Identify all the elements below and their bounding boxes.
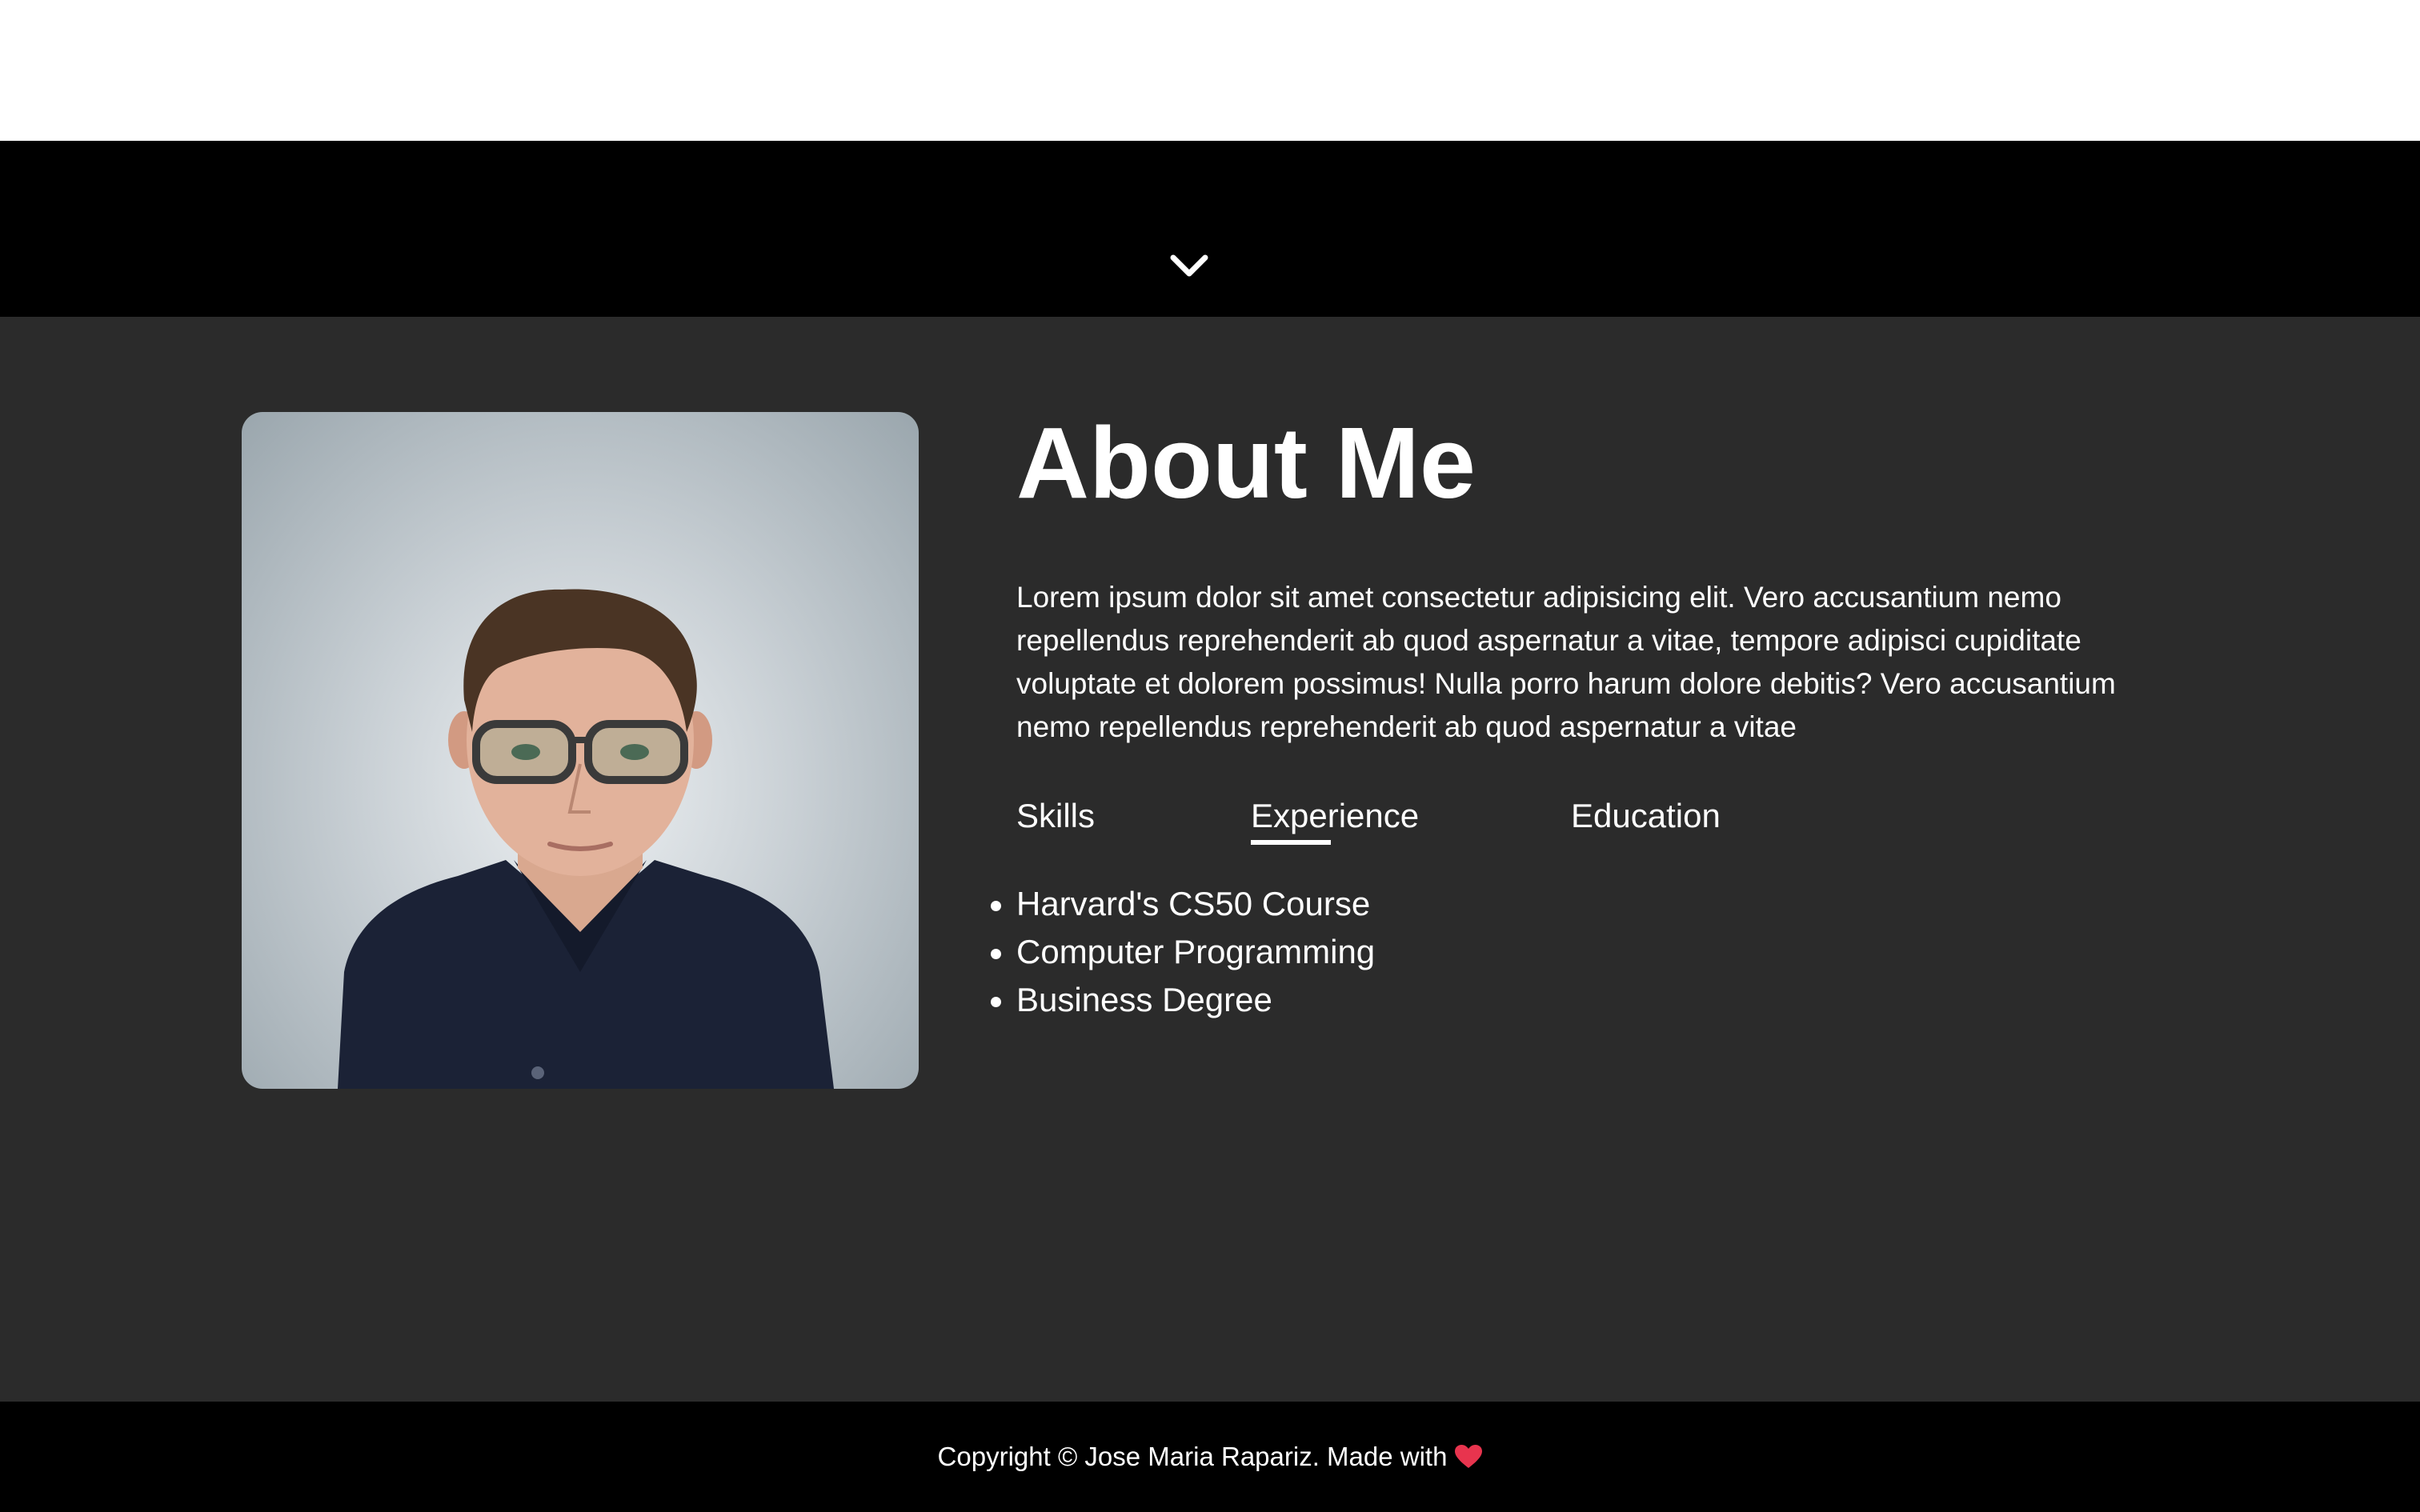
heart-icon	[1455, 1445, 1483, 1468]
copyright-text: Copyright © Jose Maria Rapariz. Made wit…	[937, 1442, 1448, 1471]
tab-skills[interactable]: Skills	[1016, 797, 1095, 835]
list-item: Business Degree	[990, 976, 1375, 1024]
chevron-down-icon[interactable]	[1168, 250, 1210, 282]
active-tab-underline	[1251, 840, 1331, 845]
page-title: About Me	[1016, 406, 1476, 519]
tab-content-list: Harvard's CS50 Course Computer Programmi…	[990, 880, 1375, 1024]
footer: Copyright © Jose Maria Rapariz. Made wit…	[0, 1402, 2420, 1512]
about-paragraph: Lorem ipsum dolor sit amet consectetur a…	[1016, 581, 2116, 743]
person-portrait-image	[338, 589, 834, 1089]
top-blank-area	[0, 0, 2420, 141]
list-item: Harvard's CS50 Course	[990, 880, 1375, 928]
tab-education[interactable]: Education	[1571, 797, 1721, 835]
list-item: Computer Programming	[990, 928, 1375, 976]
hero-band	[0, 141, 2420, 317]
tab-experience[interactable]: Experience	[1251, 797, 1419, 835]
profile-photo	[242, 412, 919, 1089]
